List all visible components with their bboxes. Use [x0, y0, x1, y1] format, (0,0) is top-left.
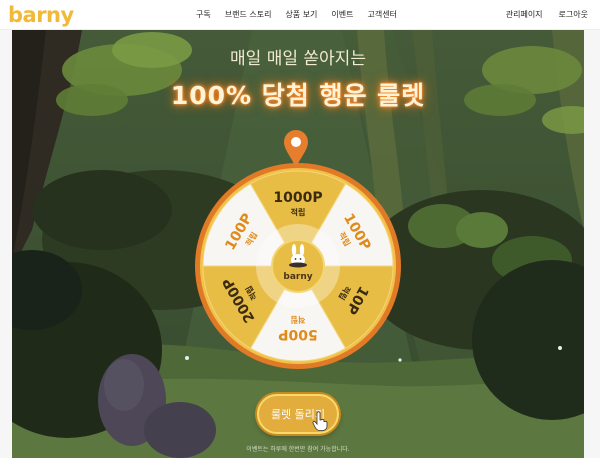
page-margin-left: [0, 30, 12, 458]
utility-nav: 관리페이지 로그아웃: [506, 9, 588, 20]
nav-item-products[interactable]: 상품 보기: [285, 9, 317, 20]
admin-page-link[interactable]: 관리페이지: [506, 9, 543, 20]
wheel-segment-reward-label: 적립: [291, 207, 306, 217]
nav-item-subscribe[interactable]: 구독: [196, 9, 211, 20]
nav-item-brand-story[interactable]: 브랜드 스토리: [225, 9, 272, 20]
main-nav: 구독 브랜드 스토리 상품 보기 이벤트 고객센터: [196, 9, 397, 20]
wheel-pointer-pin-icon: [284, 130, 308, 168]
wheel-center-logo: barny: [283, 272, 312, 282]
wheel-segment-amount: 500P: [278, 326, 317, 342]
wheel-segment-amount: 1000P: [273, 190, 322, 206]
page-margin-right: [584, 30, 600, 458]
event-banner: 매일 매일 쏟아지는 100% 당첨 행운 룰렛 100P 적립 10P 적립 500P…: [12, 30, 584, 458]
top-header: barny 구독 브랜드 스토리 상품 보기 이벤트 고객센터 관리페이지 로그…: [0, 0, 600, 30]
event-notice-text: 이벤트는 하루에 한번만 참여 가능합니다.: [246, 446, 350, 453]
wheel-segment-reward-label: 적립: [291, 315, 306, 325]
logout-link[interactable]: 로그아웃: [559, 9, 588, 20]
hand-pointer-icon: [312, 411, 328, 431]
nav-item-customer-center[interactable]: 고객센터: [368, 9, 397, 20]
brand-logo[interactable]: barny: [8, 3, 74, 27]
nav-item-event[interactable]: 이벤트: [331, 9, 353, 20]
